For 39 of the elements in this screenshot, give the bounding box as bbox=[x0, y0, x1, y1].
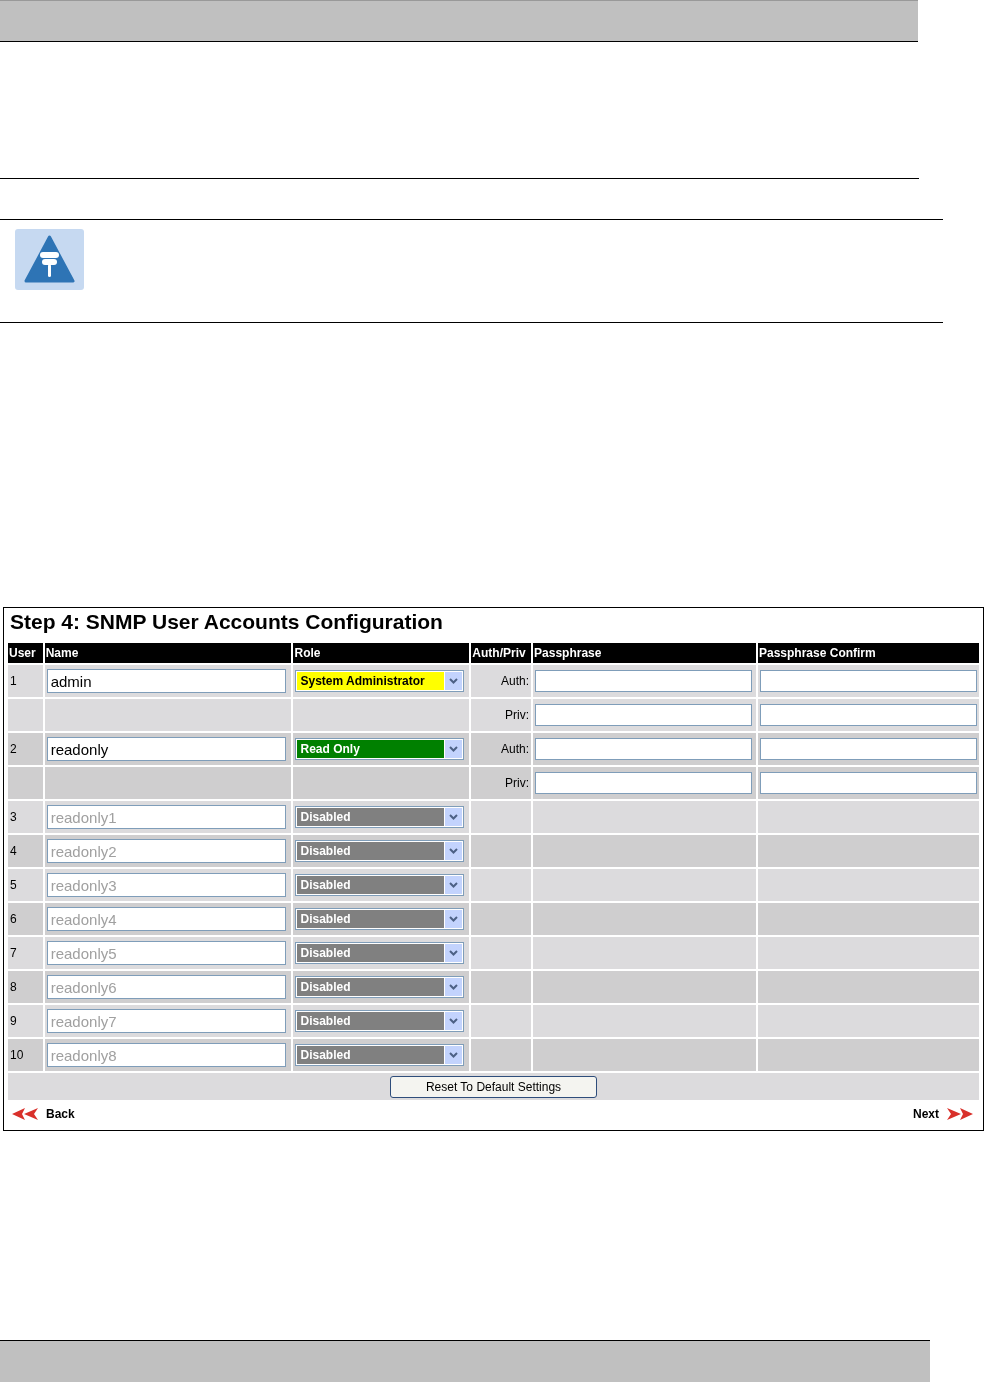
user-number: 6 bbox=[8, 903, 43, 935]
user-number: 9 bbox=[8, 1005, 43, 1037]
user-number: 1 bbox=[8, 665, 43, 697]
passphrase-field[interactable] bbox=[535, 670, 753, 692]
reset-button[interactable]: Reset To Default Settings bbox=[390, 1075, 597, 1098]
passphrase-field[interactable] bbox=[760, 738, 977, 760]
key-label: Auth: bbox=[471, 665, 532, 697]
role-dropdown[interactable]: Read Only bbox=[295, 738, 465, 760]
name-field[interactable]: admin bbox=[46, 669, 286, 693]
user-number: 2 bbox=[8, 733, 43, 765]
page-title: Step 4: SNMP User Accounts Configuration bbox=[9, 609, 444, 635]
passphrase-field[interactable] bbox=[535, 738, 753, 760]
column-header: Auth/Priv bbox=[471, 643, 532, 663]
column-header: Passphrase bbox=[533, 643, 756, 663]
user-number: 3 bbox=[8, 801, 43, 833]
next-link[interactable]: Next bbox=[913, 1107, 939, 1121]
passphrase-field[interactable] bbox=[760, 670, 977, 692]
passphrase-field[interactable] bbox=[535, 704, 753, 726]
back-link[interactable]: Back bbox=[46, 1107, 75, 1121]
user-number: 8 bbox=[8, 971, 43, 1003]
column-header: Role bbox=[293, 643, 470, 663]
double-left-arrow-icon[interactable] bbox=[12, 1108, 38, 1120]
key-label: Priv: bbox=[471, 767, 532, 799]
user-number: 5 bbox=[8, 869, 43, 901]
key-label: Priv: bbox=[471, 699, 532, 731]
pin-icon bbox=[15, 229, 84, 290]
name-field[interactable]: readonly bbox=[46, 737, 286, 761]
double-right-arrow-icon[interactable] bbox=[947, 1108, 973, 1120]
user-number: 10 bbox=[8, 1039, 43, 1071]
column-header: Name bbox=[44, 643, 292, 663]
key-label: Auth: bbox=[471, 733, 532, 765]
column-header: User bbox=[8, 643, 43, 663]
passphrase-field[interactable] bbox=[760, 704, 977, 726]
passphrase-field[interactable] bbox=[535, 772, 753, 794]
column-header: Passphrase Confirm bbox=[758, 643, 979, 663]
user-number: 7 bbox=[8, 937, 43, 969]
user-number: 4 bbox=[8, 835, 43, 867]
passphrase-field[interactable] bbox=[760, 772, 977, 794]
role-dropdown[interactable]: System Administrator bbox=[295, 670, 465, 692]
